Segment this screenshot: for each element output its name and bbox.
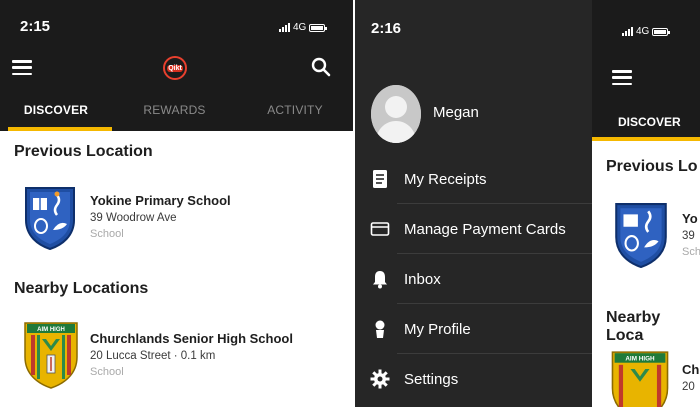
location-name: Ch bbox=[682, 362, 700, 377]
menu-icon[interactable] bbox=[12, 60, 32, 75]
location-address: 39 Woodrow Ave bbox=[90, 212, 177, 224]
location-address: 39 bbox=[682, 230, 695, 242]
app-header: 2:15 4G Qikt DISCOVER REWARDS ACTIVITY bbox=[0, 0, 353, 131]
navigation-drawer: 2:16 Megan My Receipts Manage Payment Ca… bbox=[355, 0, 592, 407]
menu-label: My Profile bbox=[404, 320, 471, 338]
signal-icon bbox=[279, 23, 290, 32]
location-type: School bbox=[90, 366, 124, 378]
yokine-school-crest-icon bbox=[615, 203, 667, 268]
signal-icon bbox=[622, 27, 633, 36]
person-icon bbox=[375, 320, 385, 338]
menu-label: Settings bbox=[404, 370, 459, 388]
previous-location-heading: Previous Location bbox=[14, 143, 153, 160]
status-time: 2:15 bbox=[20, 18, 51, 35]
menu-item-my-profile[interactable]: My Profile bbox=[355, 304, 592, 354]
tab-discover[interactable]: DISCOVER bbox=[618, 115, 681, 129]
right-phone-screen: 4G DISCOVER Previous Lo Yo 39 Schl bbox=[355, 0, 700, 407]
person-silhouette-icon bbox=[371, 85, 421, 143]
battery-icon bbox=[309, 23, 328, 32]
network-label: 4G bbox=[293, 22, 307, 33]
card-icon bbox=[370, 222, 390, 236]
crest-motto: AIM HIGH bbox=[625, 356, 655, 363]
tab-rewards[interactable]: REWARDS bbox=[112, 103, 237, 117]
menu-item-inbox[interactable]: Inbox bbox=[355, 254, 592, 304]
yokine-school-crest-icon[interactable] bbox=[24, 186, 76, 250]
bell-icon bbox=[373, 271, 387, 289]
logo-text: Qikt bbox=[167, 64, 183, 72]
nearby-location-item[interactable]: Ch 20 bbox=[682, 362, 699, 393]
previous-location-item[interactable]: Yo 39 Schl bbox=[682, 211, 700, 258]
location-address: 20 bbox=[682, 381, 695, 393]
location-type: School bbox=[90, 228, 124, 240]
network-label: 4G bbox=[636, 26, 650, 37]
receipt-icon bbox=[373, 170, 387, 188]
menu-icon[interactable] bbox=[612, 70, 632, 85]
location-type: Schl bbox=[682, 246, 700, 258]
profile-name[interactable]: Megan bbox=[433, 104, 479, 121]
menu-item-settings[interactable]: Settings bbox=[355, 354, 592, 404]
menu-item-manage-payment-cards[interactable]: Manage Payment Cards bbox=[355, 204, 592, 254]
background-app-header: 4G DISCOVER bbox=[592, 0, 700, 141]
avatar[interactable] bbox=[371, 85, 421, 143]
tab-activity[interactable]: ACTIVITY bbox=[237, 103, 353, 117]
tab-bar: DISCOVER REWARDS ACTIVITY bbox=[0, 103, 353, 117]
active-tab-indicator bbox=[592, 137, 700, 141]
gear-icon bbox=[370, 369, 390, 389]
nearby-locations-heading: Nearby Locations bbox=[14, 280, 149, 297]
location-name: Yo bbox=[682, 211, 698, 226]
status-time: 2:16 bbox=[371, 20, 402, 37]
app-logo: Qikt bbox=[163, 56, 187, 80]
active-tab-indicator bbox=[8, 127, 112, 131]
location-address: 20 Lucca Street · 0.1 km bbox=[90, 350, 216, 362]
previous-location-item[interactable]: Yokine Primary School 39 Woodrow Ave Sch… bbox=[90, 193, 231, 240]
screenshot-stage: 2:15 4G Qikt DISCOVER REWARDS ACTIVITY P… bbox=[0, 0, 700, 407]
crest-motto: AIM HIGH bbox=[37, 327, 65, 333]
background-app-screen: 4G DISCOVER Previous Lo Yo 39 Schl bbox=[592, 0, 700, 407]
churchlands-school-crest-icon: AIM HIGH bbox=[611, 351, 669, 407]
menu-label: Manage Payment Cards bbox=[404, 220, 566, 238]
menu-item-my-receipts[interactable]: My Receipts bbox=[355, 154, 592, 204]
churchlands-school-crest-icon[interactable]: AIM HIGH bbox=[23, 321, 79, 389]
battery-icon bbox=[652, 27, 671, 36]
search-icon[interactable] bbox=[311, 57, 331, 77]
tab-discover[interactable]: DISCOVER bbox=[0, 103, 112, 117]
nearby-location-item[interactable]: Churchlands Senior High School 20 Lucca … bbox=[90, 331, 293, 378]
menu-label: My Receipts bbox=[404, 170, 487, 188]
location-name: Yokine Primary School bbox=[90, 193, 231, 208]
nearby-locations-heading: Nearby Loca bbox=[606, 309, 661, 344]
previous-location-heading: Previous Lo bbox=[606, 158, 698, 175]
left-phone-screen: 2:15 4G Qikt DISCOVER REWARDS ACTIVITY P… bbox=[0, 0, 353, 407]
status-indicators: 4G bbox=[279, 22, 328, 33]
menu-label: Inbox bbox=[404, 270, 441, 288]
status-indicators: 4G bbox=[622, 26, 671, 37]
location-name: Churchlands Senior High School bbox=[90, 331, 293, 346]
